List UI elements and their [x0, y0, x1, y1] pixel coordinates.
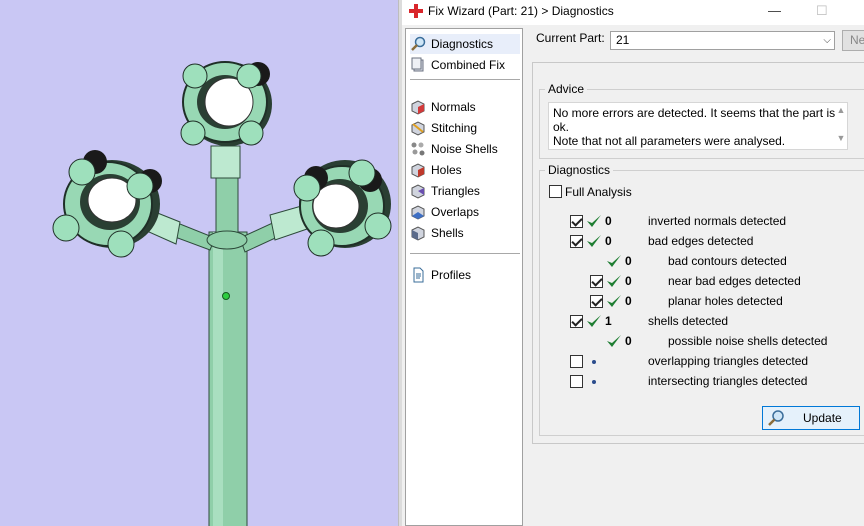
- triangles-cube-icon: [411, 184, 425, 199]
- full-analysis-label: Full Analysis: [565, 185, 632, 199]
- minimize-button[interactable]: —: [768, 3, 781, 18]
- nav-separator: [410, 253, 520, 254]
- magnifier-icon: [768, 410, 784, 426]
- nav-label: Noise Shells: [431, 142, 498, 156]
- green-check-icon: [607, 275, 621, 287]
- nav-item-profiles[interactable]: Profiles: [410, 265, 520, 285]
- green-check-icon: [587, 315, 601, 327]
- nav-item-overlaps[interactable]: Overlaps: [410, 202, 520, 222]
- diagnostic-label: shells detected: [648, 314, 729, 328]
- profiles-document-icon: [413, 267, 424, 283]
- green-check-icon: [607, 335, 621, 347]
- nav-item-holes[interactable]: Holes: [410, 160, 520, 180]
- diagnostic-count: 0: [625, 274, 632, 288]
- nav-label: Normals: [431, 100, 476, 114]
- diagnostics-page: Current Part: 21 ⌵ Ne Advice No more err…: [528, 25, 864, 526]
- chevron-down-icon: ⌵: [823, 35, 831, 46]
- advice-text-box[interactable]: No more errors are detected. It seems th…: [548, 102, 848, 150]
- nav-label: Diagnostics: [431, 37, 494, 51]
- nav-item-normals[interactable]: Normals: [410, 97, 520, 117]
- diagnostics-group: Diagnostics Full Analysis 0 inverted norm…: [539, 163, 864, 436]
- green-check-icon: [587, 235, 601, 247]
- stitching-cube-icon: [411, 121, 425, 136]
- diagnostics-frame: Advice No more errors are detected. It s…: [532, 62, 864, 444]
- diagnostic-checkbox[interactable]: [570, 235, 583, 248]
- next-part-button[interactable]: Ne: [842, 30, 864, 51]
- window-title: Fix Wizard (Part: 21) > Diagnostics: [428, 4, 614, 18]
- diagnostic-checkbox[interactable]: [570, 315, 583, 328]
- wizard-nav-panel: Diagnostics Combined Fix Normals Stitchi…: [405, 28, 523, 526]
- overlaps-cube-icon: [411, 205, 425, 220]
- diagnostics-group-title: Diagnostics: [545, 163, 614, 177]
- update-button[interactable]: Update: [762, 406, 860, 430]
- diagnostic-label: possible noise shells detected: [668, 334, 828, 348]
- magnifier-icon: [411, 36, 426, 51]
- advice-line-1: No more errors are detected. It seems th…: [553, 106, 836, 134]
- nav-separator: [410, 79, 520, 80]
- diagnostic-checkbox[interactable]: [590, 295, 603, 308]
- advice-line-2: Note that not all parameters were analys…: [553, 134, 786, 148]
- diagnostic-label: bad contours detected: [668, 254, 787, 268]
- diagnostic-checkbox[interactable]: [570, 355, 583, 368]
- nav-item-shells[interactable]: Shells: [410, 223, 520, 243]
- diagnostic-count: 0: [625, 294, 632, 308]
- pending-status-icon: [592, 360, 596, 364]
- nav-item-noise-shells[interactable]: Noise Shells: [410, 139, 520, 159]
- normals-cube-icon: [411, 100, 425, 115]
- title-bar: Fix Wizard (Part: 21) > Diagnostics — ☐: [402, 0, 864, 25]
- nav-label: Stitching: [431, 121, 478, 135]
- nav-item-triangles[interactable]: Triangles: [410, 181, 520, 201]
- combined-fix-icon: [411, 57, 424, 72]
- diagnostic-checkbox[interactable]: [570, 215, 583, 228]
- green-check-icon: [587, 215, 601, 227]
- current-part-select[interactable]: 21 ⌵: [610, 31, 835, 50]
- 3d-viewport[interactable]: [0, 0, 398, 526]
- diagnostic-count: 0: [605, 214, 612, 228]
- nav-label: Triangles: [431, 184, 480, 198]
- update-button-label: Update: [803, 411, 842, 425]
- pending-status-icon: [592, 380, 596, 384]
- noise-shells-icon: [411, 142, 425, 156]
- nav-label: Holes: [431, 163, 462, 177]
- green-check-icon: [607, 255, 621, 267]
- diagnostic-checkbox[interactable]: [590, 275, 603, 288]
- nav-label: Combined Fix: [431, 58, 506, 72]
- green-check-icon: [607, 295, 621, 307]
- red-cross-icon: [409, 4, 423, 18]
- diagnostic-label: intersecting triangles detected: [648, 374, 808, 388]
- nav-item-diagnostics[interactable]: Diagnostics: [410, 34, 520, 54]
- diagnostic-count: 0: [625, 254, 632, 268]
- advice-scrollbar[interactable]: ▲ ▼: [834, 103, 848, 149]
- diagnostic-checkbox[interactable]: [570, 375, 583, 388]
- nav-item-stitching[interactable]: Stitching: [410, 118, 520, 138]
- advice-group-title: Advice: [545, 82, 588, 96]
- diagnostic-count: 0: [605, 234, 612, 248]
- nav-label: Shells: [431, 226, 464, 240]
- diagnostic-label: near bad edges detected: [668, 274, 801, 288]
- diagnostic-label: overlapping triangles detected: [648, 354, 809, 368]
- shells-cube-icon: [411, 226, 425, 241]
- diagnostic-count: 0: [625, 334, 632, 348]
- diagnostic-count: 1: [605, 314, 612, 328]
- diagnostic-label: bad edges detected: [648, 234, 754, 248]
- current-part-value: 21: [616, 33, 630, 47]
- nav-label: Overlaps: [431, 205, 480, 219]
- nav-label: Profiles: [431, 268, 472, 282]
- part-model-render: [52, 61, 392, 526]
- advice-group: Advice No more errors are detected. It s…: [539, 82, 864, 159]
- diagnostic-label: inverted normals detected: [648, 214, 787, 228]
- holes-cube-icon: [411, 163, 425, 178]
- full-analysis-checkbox[interactable]: [549, 185, 562, 198]
- nav-item-combined-fix[interactable]: Combined Fix: [410, 55, 520, 75]
- diagnostic-label: planar holes detected: [668, 294, 783, 308]
- maximize-button[interactable]: ☐: [816, 3, 828, 19]
- current-part-label: Current Part:: [536, 31, 605, 45]
- fix-wizard-window: Fix Wizard (Part: 21) > Diagnostics — ☐ …: [402, 0, 864, 526]
